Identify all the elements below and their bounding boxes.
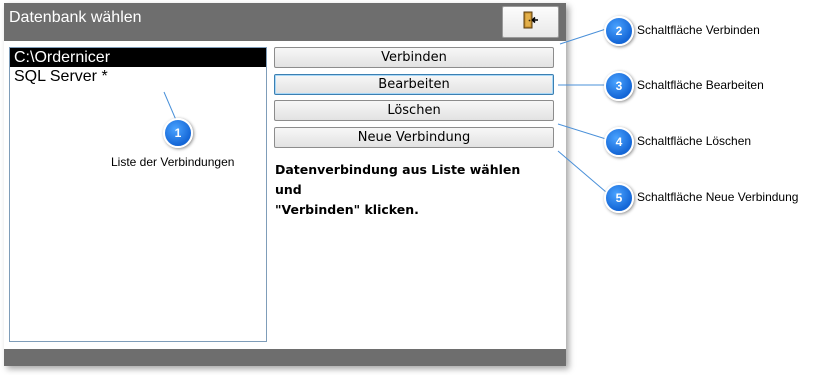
callout-label-1: Liste der Verbindungen: [111, 155, 235, 169]
leader-line-2: [559, 28, 607, 45]
callout-leader-lines: [163, 28, 607, 193]
annotated-screenshot: Datenbank wählen C:\Ordernicer SQL Serve…: [0, 0, 826, 375]
callout-label-4: Schaltfläche Löschen: [637, 134, 752, 148]
callout-badge-1: 1: [163, 118, 193, 148]
callout-badge-2: 2: [604, 16, 634, 46]
callout-badge-4: 4: [604, 127, 634, 157]
leader-line-5: [557, 150, 607, 193]
callout-label-2: Schaltfläche Verbinden: [637, 23, 760, 37]
callout-label-3: Schaltfläche Bearbeiten: [637, 78, 764, 92]
leader-line-1: [163, 91, 177, 121]
callout-label-5: Schaltfläche Neue Verbindung: [637, 190, 799, 204]
callout-badge-3: 3: [604, 71, 634, 101]
leader-line-4: [557, 123, 607, 140]
callout-badge-5: 5: [604, 183, 634, 213]
